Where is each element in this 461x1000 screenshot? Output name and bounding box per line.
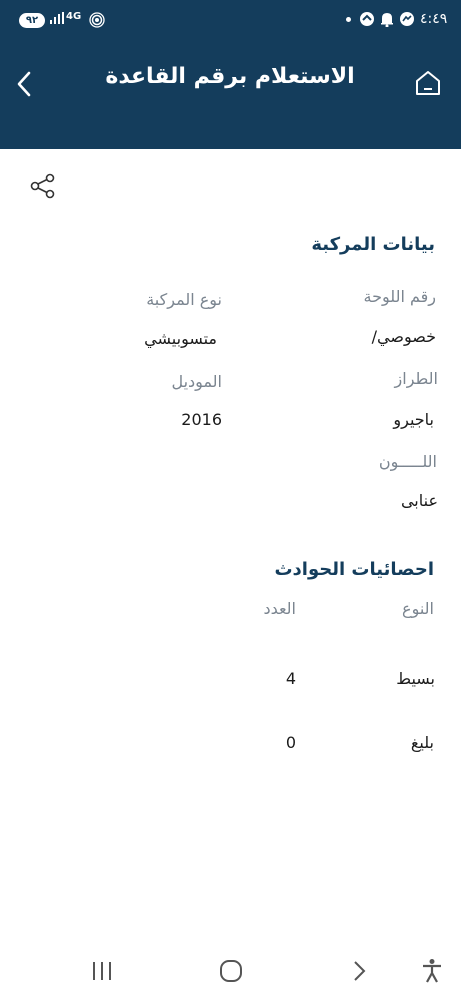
back-button[interactable] bbox=[12, 70, 36, 102]
color-label: اللـــــون bbox=[378, 452, 437, 471]
model-value: 2016 bbox=[181, 410, 222, 429]
share-icon bbox=[30, 173, 56, 203]
app-header: ٩٢ 4G ٤:٤٩ الاستعلام برقم القاعدة bbox=[0, 0, 461, 149]
vehicle-type-value: متسوبيشي bbox=[144, 329, 217, 348]
accident-count: 0 bbox=[285, 733, 296, 752]
plate-value: خصوصي/ bbox=[371, 327, 436, 346]
accident-type: بسيط bbox=[396, 669, 435, 688]
accident-count-header: العدد bbox=[263, 599, 296, 618]
battery-indicator: ٩٢ bbox=[19, 13, 45, 28]
table-row: بليغ 0 bbox=[0, 728, 461, 758]
sync-icon bbox=[359, 11, 375, 31]
home-nav-button[interactable] bbox=[219, 960, 243, 986]
accidents-section-title: احصائيات الحوادث bbox=[274, 559, 434, 580]
chevron-left-icon bbox=[12, 71, 36, 102]
back-icon bbox=[349, 961, 369, 986]
share-button[interactable] bbox=[30, 173, 56, 203]
home-icon bbox=[414, 71, 442, 101]
style-label: الطراز bbox=[394, 369, 438, 388]
dot-icon bbox=[346, 17, 351, 22]
accessibility-button[interactable] bbox=[421, 958, 443, 988]
page-title: الاستعلام برقم القاعدة bbox=[105, 64, 355, 89]
status-bar: ٩٢ 4G ٤:٤٩ bbox=[0, 0, 461, 40]
table-row: بسيط 4 bbox=[0, 664, 461, 694]
plate-label: رقم اللوحة bbox=[363, 287, 436, 306]
status-time: ٤:٤٩ bbox=[420, 11, 448, 27]
accident-count: 4 bbox=[285, 669, 296, 688]
vehicle-section-title: بيانات المركبة bbox=[311, 234, 435, 255]
style-value: باجيرو bbox=[393, 410, 434, 429]
home-button[interactable] bbox=[414, 69, 442, 101]
recent-apps-icon bbox=[90, 962, 114, 986]
accident-type-header: النوع bbox=[402, 599, 434, 618]
home-circle-icon bbox=[219, 960, 243, 986]
back-nav-button[interactable] bbox=[349, 960, 369, 986]
signal-icon bbox=[50, 12, 64, 27]
messenger-icon bbox=[399, 11, 415, 31]
bell-icon bbox=[380, 11, 394, 31]
hotspot-icon bbox=[89, 12, 105, 32]
color-value: عنابى bbox=[400, 491, 438, 510]
accessibility-icon bbox=[421, 959, 443, 988]
system-nav-bar bbox=[0, 940, 461, 1000]
model-label: الموديل bbox=[171, 372, 222, 391]
network-type: 4G bbox=[66, 11, 82, 22]
accident-type: بليغ bbox=[410, 733, 434, 752]
recent-apps-button[interactable] bbox=[90, 960, 114, 986]
vehicle-type-label: نوع المركبة bbox=[146, 290, 222, 309]
